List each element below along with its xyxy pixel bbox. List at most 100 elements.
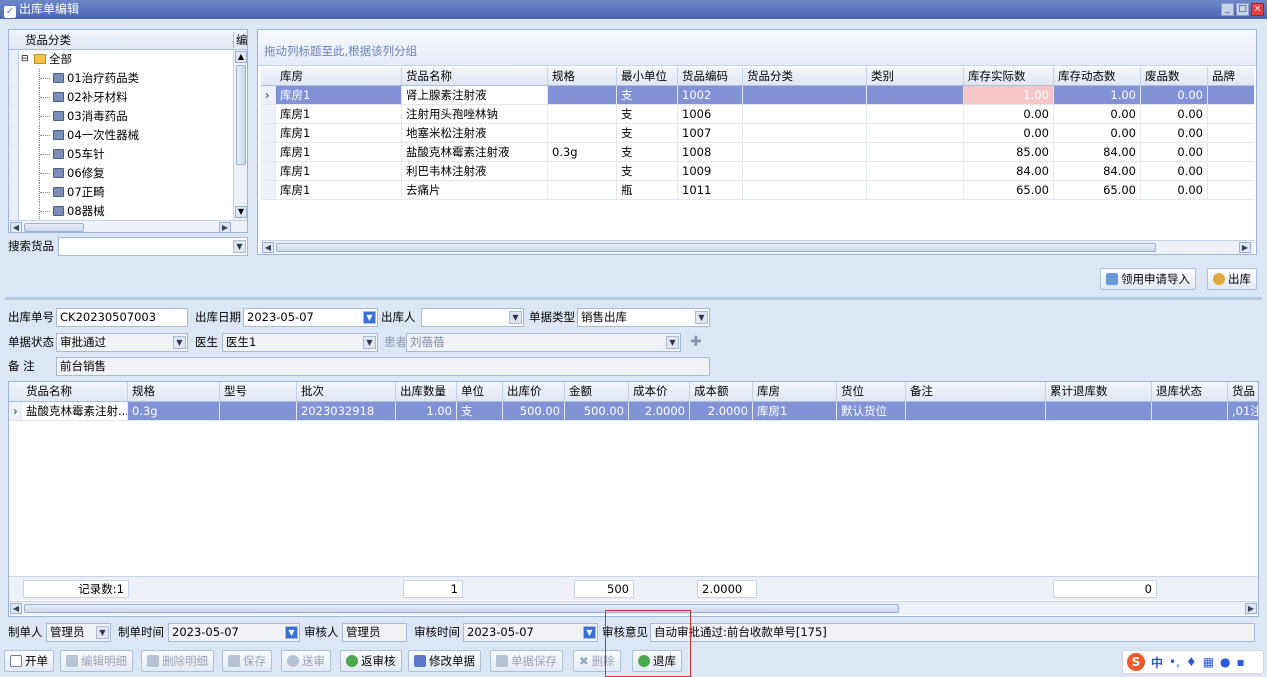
table-cell[interactable] xyxy=(867,105,964,123)
table-cell[interactable]: 肾上腺素注射液 xyxy=(402,86,548,104)
column-header[interactable]: 型号 xyxy=(220,382,297,401)
scroll-right-icon[interactable]: ▶ xyxy=(219,222,231,232)
table-cell[interactable]: 库房1 xyxy=(276,105,402,123)
chevron-down-icon[interactable]: ▼ xyxy=(695,311,708,324)
column-header[interactable]: 货品 xyxy=(1228,382,1258,401)
table-cell[interactable]: 1.00 xyxy=(964,86,1054,104)
table-cell[interactable] xyxy=(867,162,964,180)
column-header[interactable]: 出库价 xyxy=(503,382,565,401)
table-cell[interactable]: 84.00 xyxy=(1054,143,1141,161)
tree-scroll-thumb[interactable] xyxy=(236,65,246,165)
table-cell[interactable]: 1008 xyxy=(678,143,743,161)
table-cell[interactable]: 0.00 xyxy=(1141,181,1208,199)
column-header[interactable]: 成本额 xyxy=(690,382,753,401)
chevron-down-icon[interactable]: ▼ xyxy=(509,311,522,324)
table-cell[interactable] xyxy=(743,105,867,123)
table-cell[interactable] xyxy=(867,181,964,199)
table-cell[interactable] xyxy=(743,124,867,142)
tree-item[interactable]: 05车针 xyxy=(9,145,247,164)
tree-item[interactable]: 02补牙材料 xyxy=(9,88,247,107)
table-cell[interactable]: 0.00 xyxy=(964,105,1054,123)
table-cell[interactable]: 2.0000 xyxy=(629,402,690,420)
table-cell[interactable]: 500.00 xyxy=(565,402,629,420)
column-header[interactable]: 货品编码 xyxy=(678,67,743,85)
scroll-left-icon[interactable]: ◀ xyxy=(10,222,22,232)
ime-toolbar[interactable]: S 中 •, ♦ ▦ ● ▪ xyxy=(1122,650,1264,674)
column-header[interactable]: 货品名称 xyxy=(22,382,128,401)
scroll-right-icon[interactable]: ▶ xyxy=(1245,603,1257,614)
punctuation-icon[interactable]: •, xyxy=(1169,655,1180,669)
table-cell[interactable]: 1.00 xyxy=(1054,86,1141,104)
stock-hscroll-thumb[interactable] xyxy=(276,243,1156,252)
table-cell[interactable]: 支 xyxy=(617,105,678,123)
table-cell[interactable] xyxy=(548,86,617,104)
tree-hscroll-thumb[interactable] xyxy=(24,223,84,232)
column-header[interactable]: 退库状态 xyxy=(1152,382,1228,401)
tree-header[interactable]: 货品分类 编 xyxy=(9,30,247,50)
table-cell[interactable]: 0.00 xyxy=(1141,105,1208,123)
remark-field[interactable]: 前台销售 xyxy=(56,357,710,376)
scroll-down-icon[interactable]: ▼ xyxy=(235,206,247,218)
table-row[interactable]: 库房1 地塞米松注射液支 1007 0.00 0.00 0.00 xyxy=(261,124,1254,143)
new-order-button[interactable]: 开单 xyxy=(4,650,54,672)
table-cell[interactable]: 84.00 xyxy=(964,162,1054,180)
scroll-up-icon[interactable]: ▲ xyxy=(235,51,247,63)
table-cell[interactable]: 0.00 xyxy=(1141,124,1208,142)
table-cell[interactable] xyxy=(1208,105,1256,123)
type-field[interactable]: 销售出库 ▼ xyxy=(577,308,710,327)
send-review-button[interactable]: 送审 xyxy=(281,650,331,672)
menu-grid-icon[interactable]: ▪ xyxy=(1237,655,1245,669)
column-header[interactable]: 规格 xyxy=(128,382,220,401)
table-cell[interactable]: 支 xyxy=(617,162,678,180)
table-cell[interactable]: 0.00 xyxy=(1141,143,1208,161)
table-cell[interactable]: 1.00 xyxy=(396,402,457,420)
table-cell[interactable] xyxy=(548,124,617,142)
tree-item[interactable]: 06修复 xyxy=(9,164,247,183)
table-cell[interactable]: 1011 xyxy=(678,181,743,199)
table-cell[interactable]: 2023032918 xyxy=(297,402,396,420)
chevron-down-icon[interactable]: ▼ xyxy=(363,336,376,349)
table-cell[interactable]: 65.00 xyxy=(964,181,1054,199)
table-cell[interactable]: 1007 xyxy=(678,124,743,142)
search-input[interactable]: ▼ xyxy=(58,237,248,256)
table-cell[interactable] xyxy=(743,181,867,199)
table-row[interactable]: › 盐酸克林霉素注射... 0.3g 2023032918 1.00 支 500.00 500… xyxy=(9,402,1258,421)
table-cell[interactable] xyxy=(548,105,617,123)
tree-hscrollbar[interactable]: ◀ ▶ xyxy=(9,220,247,232)
table-cell[interactable]: 0.00 xyxy=(964,124,1054,142)
patient-field[interactable]: 刘蓓蓓 ▼ xyxy=(406,333,681,352)
calendar-icon[interactable]: ▼ xyxy=(363,311,376,324)
column-header[interactable]: 废品数 xyxy=(1141,67,1208,85)
table-cell[interactable]: 65.00 xyxy=(1054,181,1141,199)
table-cell[interactable] xyxy=(1208,181,1256,199)
tree-item[interactable]: 04一次性器械 xyxy=(9,126,247,145)
table-cell[interactable]: 地塞米松注射液 xyxy=(402,124,548,142)
table-cell[interactable]: 支 xyxy=(457,402,503,420)
column-header[interactable]: 规格 xyxy=(548,67,617,85)
edit-detail-button[interactable]: 编辑明细 xyxy=(60,650,133,672)
person-field[interactable]: ▼ xyxy=(421,308,524,327)
skin-icon[interactable]: ● xyxy=(1220,655,1230,669)
table-cell[interactable] xyxy=(548,162,617,180)
column-header[interactable]: 累计退库数 xyxy=(1046,382,1152,401)
table-row[interactable]: › 库房1 肾上腺素注射液支 1002 1.00 1.00 0.00 xyxy=(261,86,1254,105)
delete-detail-button[interactable]: 删除明细 xyxy=(141,650,214,672)
table-cell[interactable]: 库房1 xyxy=(276,86,402,104)
table-cell[interactable]: 0.00 xyxy=(1054,105,1141,123)
table-cell[interactable] xyxy=(1208,86,1256,104)
maximize-button[interactable]: □ xyxy=(1236,3,1249,16)
save-button[interactable]: 保存 xyxy=(222,650,272,672)
table-cell[interactable] xyxy=(867,143,964,161)
table-cell[interactable]: 0.3g xyxy=(548,143,617,161)
save-order-button[interactable]: 单据保存 xyxy=(490,650,563,672)
scroll-right-icon[interactable]: ▶ xyxy=(1239,242,1251,253)
table-cell[interactable] xyxy=(1152,402,1228,420)
import-request-button[interactable]: 领用申请导入 xyxy=(1100,268,1196,290)
tree-item-all[interactable]: ⊟ 全部 xyxy=(9,50,247,69)
add-patient-icon[interactable]: ✚ xyxy=(690,335,704,349)
out-stock-button[interactable]: 出库 xyxy=(1207,268,1257,290)
table-cell[interactable]: 注射用头孢唑林钠 xyxy=(402,105,548,123)
column-header[interactable]: 批次 xyxy=(297,382,396,401)
table-row[interactable]: 库房1 盐酸克林霉素注射液 0.3g 支 1008 85.00 84.00 0.00 xyxy=(261,143,1254,162)
table-cell[interactable]: 85.00 xyxy=(964,143,1054,161)
